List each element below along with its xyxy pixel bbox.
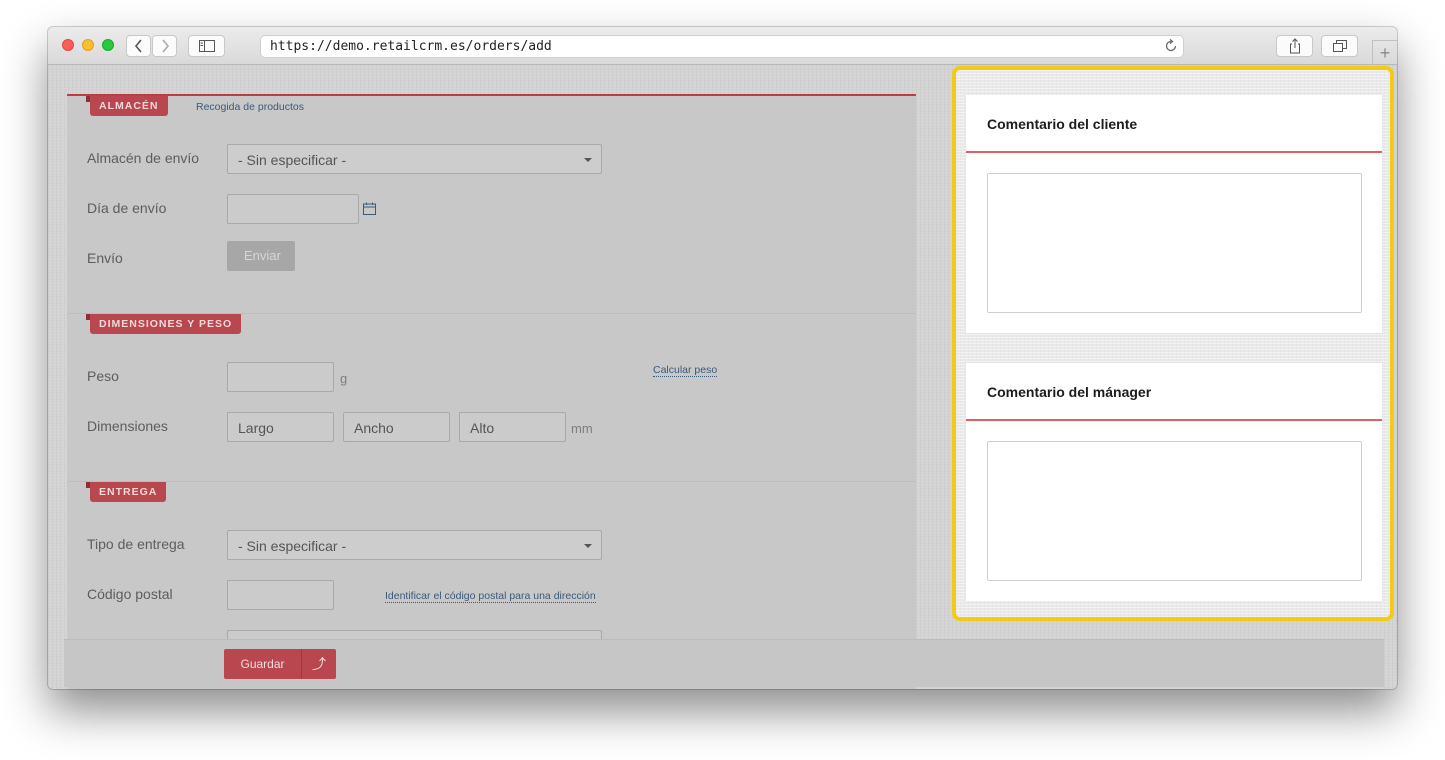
reload-icon[interactable] bbox=[1164, 39, 1178, 53]
card-divider bbox=[966, 419, 1382, 421]
identify-postal-code-link[interactable]: Identificar el código postal para una di… bbox=[385, 590, 596, 603]
manager-comment-textarea[interactable] bbox=[987, 441, 1362, 581]
tabs-icon bbox=[1332, 40, 1347, 52]
chevron-right-icon bbox=[161, 39, 169, 53]
warehouse-section-tag: ALMACÉN bbox=[86, 96, 168, 116]
card-divider bbox=[966, 151, 1382, 153]
page-content: ALMACÉN Recogida de productos Almacén de… bbox=[48, 65, 1397, 689]
dimensions-label: Dimensiones bbox=[87, 418, 168, 434]
send-button[interactable]: Enviar bbox=[227, 241, 295, 271]
customer-comment-textarea[interactable] bbox=[987, 173, 1362, 313]
manager-comment-card: Comentario del mánager bbox=[966, 363, 1382, 601]
section-divider bbox=[67, 481, 916, 482]
ship-warehouse-select[interactable]: - Sin especificar - bbox=[227, 144, 602, 174]
browser-window: https://demo.retailcrm.es/orders/add + A… bbox=[48, 27, 1397, 689]
zoom-window-button[interactable] bbox=[102, 39, 114, 51]
length-input[interactable]: Largo bbox=[227, 412, 334, 442]
tabs-overview-button[interactable] bbox=[1321, 35, 1358, 57]
share-icon bbox=[1289, 38, 1300, 54]
customer-comment-card: Comentario del cliente bbox=[966, 95, 1382, 333]
delivery-section-tag: ENTREGA bbox=[85, 482, 167, 502]
delivery-type-value: - Sin especificar - bbox=[238, 538, 347, 554]
order-form-panel: ALMACÉN Recogida de productos Almacén de… bbox=[67, 94, 916, 689]
new-tab-button[interactable]: + bbox=[1372, 40, 1397, 65]
ship-warehouse-label: Almacén de envío bbox=[87, 150, 200, 166]
arrow-up-icon: ⤴ bbox=[312, 656, 326, 672]
forward-button[interactable] bbox=[152, 35, 177, 57]
weight-label: Peso bbox=[87, 368, 119, 384]
save-and-exit-button[interactable]: ⤴ bbox=[301, 649, 336, 679]
sidebar-toggle-button[interactable] bbox=[188, 35, 225, 57]
width-input[interactable]: Ancho bbox=[343, 412, 450, 442]
save-bar: Guardar ⤴ bbox=[64, 639, 1384, 687]
delivery-type-label: Tipo de entrega bbox=[87, 536, 185, 552]
ship-day-input[interactable] bbox=[227, 194, 359, 224]
browser-toolbar: https://demo.retailcrm.es/orders/add + bbox=[48, 27, 1397, 65]
close-window-button[interactable] bbox=[62, 39, 74, 51]
ship-day-label: Día de envío bbox=[87, 200, 167, 216]
delivery-type-select[interactable]: - Sin especificar - bbox=[227, 530, 602, 560]
postal-code-label: Código postal bbox=[87, 586, 173, 602]
weight-input[interactable] bbox=[227, 362, 334, 392]
save-button[interactable]: Guardar bbox=[224, 649, 301, 679]
caret-down-icon bbox=[584, 544, 592, 548]
url-text: https://demo.retailcrm.es/orders/add bbox=[270, 39, 552, 54]
back-button[interactable] bbox=[126, 35, 151, 57]
caret-down-icon bbox=[584, 158, 592, 162]
calendar-icon[interactable] bbox=[363, 202, 376, 215]
comments-highlight-panel: Comentario del cliente Comentario del má… bbox=[952, 66, 1394, 621]
customer-comment-title: Comentario del cliente bbox=[987, 116, 1138, 132]
plus-icon: + bbox=[1379, 42, 1391, 63]
weight-unit: g bbox=[340, 371, 348, 386]
manager-comment-title: Comentario del mánager bbox=[987, 384, 1152, 400]
minimize-window-button[interactable] bbox=[82, 39, 94, 51]
address-bar[interactable]: https://demo.retailcrm.es/orders/add bbox=[260, 35, 1184, 58]
postal-code-input[interactable] bbox=[227, 580, 334, 610]
ship-warehouse-value: - Sin especificar - bbox=[238, 152, 347, 168]
pickup-link[interactable]: Recogida de productos bbox=[196, 101, 304, 113]
share-button[interactable] bbox=[1276, 35, 1313, 57]
height-input[interactable]: Alto bbox=[459, 412, 566, 442]
dimensions-section-tag: DIMENSIONES Y PESO bbox=[85, 314, 242, 334]
shipment-label: Envío bbox=[87, 250, 123, 266]
sidebar-icon bbox=[198, 40, 215, 52]
dimensions-unit: mm bbox=[571, 421, 593, 436]
chevron-left-icon bbox=[134, 39, 142, 53]
calculate-weight-link[interactable]: Calcular peso bbox=[653, 364, 718, 377]
